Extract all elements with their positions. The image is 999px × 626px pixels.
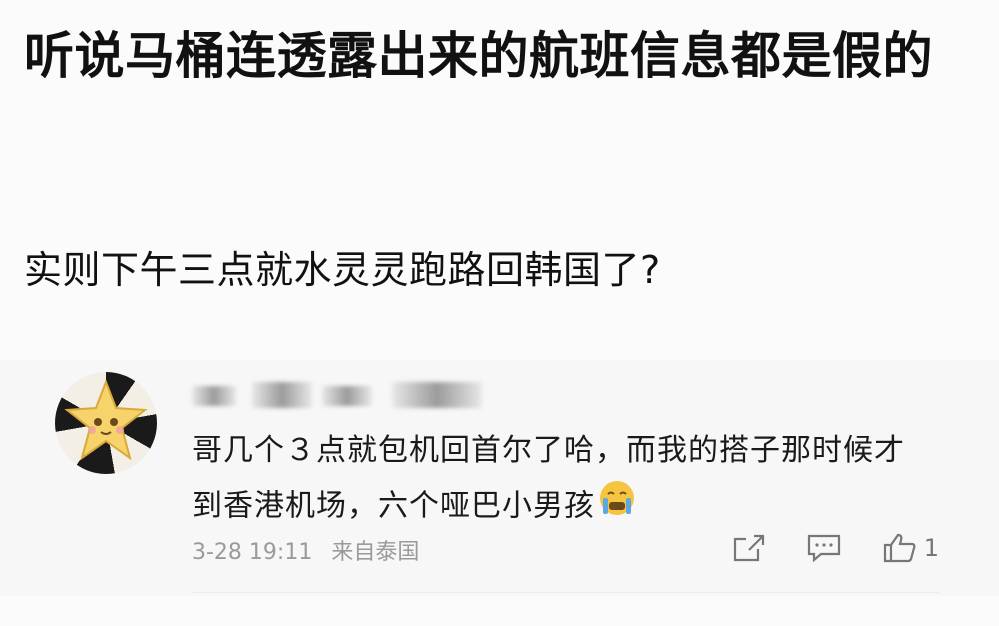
username-redacted[interactable] — [192, 382, 492, 410]
comment-date: 3-28 19:11 — [192, 540, 313, 565]
comment-text: 哥几个３点就包机回首尔了哈，而我的搭子那时候才到香港机场，六个哑巴小男孩 — [192, 424, 932, 536]
comment-source: 来自泰国 — [331, 540, 420, 565]
star-mascot-avatar-icon — [64, 379, 148, 461]
share-icon — [733, 534, 764, 562]
comment-actions: 1 — [732, 532, 939, 564]
divider — [192, 592, 939, 593]
comment-icon — [807, 534, 840, 563]
like-button[interactable]: 1 — [882, 532, 939, 564]
comment-body: 哥几个３点就包机回首尔了哈，而我的搭子那时候才到香港机场，六个哑巴小男孩 — [192, 433, 905, 524]
share-button[interactable] — [732, 533, 766, 563]
comment-meta: 3-28 19:11 来自泰国 — [192, 538, 431, 568]
like-count: 1 — [923, 534, 939, 562]
post-title: 听说马桶连透露出来的航班信息都是假的 — [24, 27, 933, 85]
reply-button[interactable] — [806, 533, 842, 563]
avatar[interactable] — [55, 372, 157, 474]
comment-card: 哥几个３点就包机回首尔了哈，而我的搭子那时候才到香港机场，六个哑巴小男孩 3-2… — [0, 360, 999, 596]
crying-face-emoji-icon — [597, 478, 637, 536]
screenshot-page: 听说马桶连透露出来的航班信息都是假的 实则下午三点就水灵灵跑路回韩国了? 哥几个… — [0, 0, 999, 626]
post-body: 实则下午三点就水灵灵跑路回韩国了? — [24, 248, 661, 292]
like-icon — [883, 533, 916, 563]
